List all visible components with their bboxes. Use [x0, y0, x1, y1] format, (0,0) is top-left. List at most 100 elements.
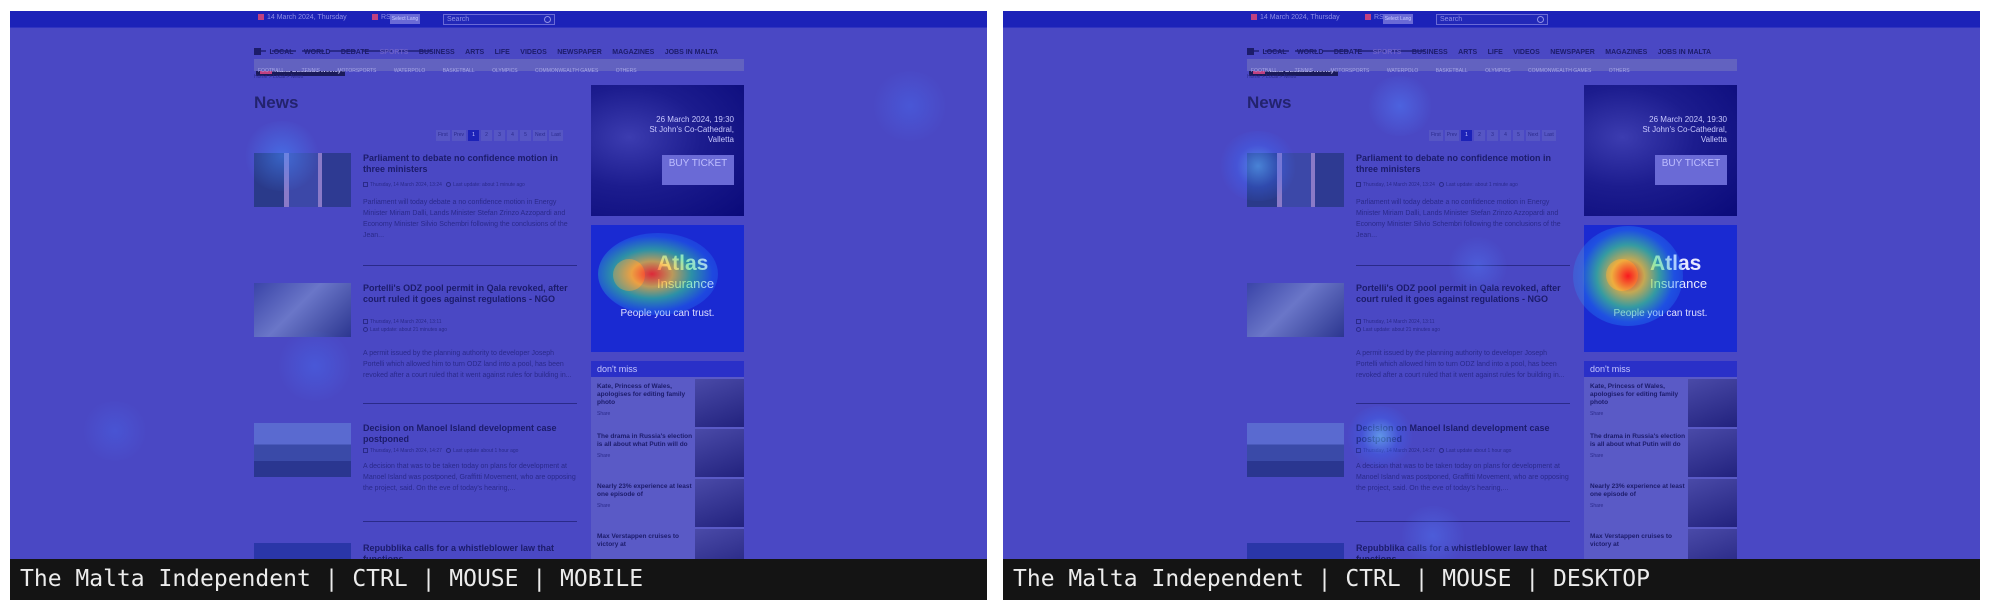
dont-miss-item[interactable]: Nearly 23% experience at least one episo…: [597, 483, 693, 510]
article-title[interactable]: Parliament to debate no confidence motio…: [363, 153, 577, 175]
pager-page[interactable]: 3: [494, 130, 506, 141]
article-title[interactable]: Repubblika calls for a whistleblower law…: [363, 543, 577, 559]
dont-miss-item[interactable]: Kate, Princess of Wales, apologises for …: [1590, 383, 1686, 418]
buy-ticket-button[interactable]: BUY TICKET: [1655, 155, 1727, 185]
insurance-ad[interactable]: Atlas Insurance People you can trust.: [1584, 225, 1737, 352]
pager-next[interactable]: Next: [1526, 130, 1541, 141]
article-title[interactable]: Decision on Manoel Island development ca…: [1356, 423, 1570, 445]
subnav-item[interactable]: COMMONWEALTH GAMES: [535, 68, 598, 74]
nav-item-world[interactable]: WORLD: [304, 49, 330, 56]
dont-miss-item[interactable]: Max Verstappen cruises to victory at: [1590, 533, 1686, 549]
nav-item-world[interactable]: WORLD: [1297, 49, 1323, 56]
dont-miss-item[interactable]: Kate, Princess of Wales, apologises for …: [597, 383, 693, 418]
concert-ad[interactable]: 26 March 2024, 19:30 St John's Co-Cathedr…: [591, 85, 744, 216]
dont-miss-image[interactable]: [695, 429, 744, 477]
article-thumbnail[interactable]: [1247, 153, 1344, 207]
article-title[interactable]: Portelli's ODZ pool permit in Qala revok…: [363, 283, 577, 305]
subnav-item[interactable]: BASKETBALL: [443, 68, 475, 74]
pager-page[interactable]: 3: [1487, 130, 1499, 141]
pager-page[interactable]: 1: [1461, 130, 1473, 141]
nav-item-business[interactable]: BUSINESS: [419, 49, 455, 56]
article-thumbnail[interactable]: [1247, 543, 1344, 559]
nav-item-jobs[interactable]: JOBS IN MALTA: [1658, 49, 1711, 56]
dont-miss-image[interactable]: [695, 479, 744, 527]
nav-item-magazines[interactable]: MAGAZINES: [1605, 49, 1647, 56]
buy-ticket-button[interactable]: BUY TICKET: [662, 155, 734, 185]
nav-item-life[interactable]: LIFE: [495, 49, 510, 56]
nav-item-local[interactable]: LOCAL: [269, 49, 293, 56]
nav-item-sports[interactable]: SPORTS: [1373, 49, 1402, 56]
nav-item-magazines[interactable]: MAGAZINES: [612, 49, 654, 56]
article-title[interactable]: Parliament to debate no confidence motio…: [1356, 153, 1570, 175]
pager-first[interactable]: First: [436, 130, 450, 141]
nav-item-jobs[interactable]: JOBS IN MALTA: [665, 49, 718, 56]
nav-item-debate[interactable]: DEBATE: [1334, 49, 1362, 56]
dont-miss-image[interactable]: [1688, 379, 1737, 427]
pager-page[interactable]: 2: [1474, 130, 1486, 141]
subnav-item[interactable]: MOTORSPORTS: [1330, 68, 1369, 74]
search-input[interactable]: Search: [443, 14, 555, 25]
dont-miss-image[interactable]: [695, 529, 744, 559]
nav-item-local[interactable]: LOCAL: [1262, 49, 1286, 56]
nav-item-videos[interactable]: VIDEOS: [520, 49, 546, 56]
pager-page[interactable]: 5: [520, 130, 532, 141]
search-input[interactable]: Search: [1436, 14, 1548, 25]
subnav-item[interactable]: TENNIS: [302, 68, 320, 74]
pager-next[interactable]: Next: [533, 130, 548, 141]
subnav-item[interactable]: OLYMPICS: [492, 68, 517, 74]
home-icon[interactable]: [254, 48, 261, 55]
nav-item-videos[interactable]: VIDEOS: [1513, 49, 1539, 56]
nav-item-newspaper[interactable]: NEWSPAPER: [557, 49, 602, 56]
nav-item-sports[interactable]: SPORTS: [380, 49, 409, 56]
subnav-item[interactable]: OTHERS: [1609, 68, 1630, 74]
subnav-item[interactable]: OTHERS: [616, 68, 637, 74]
pager-first[interactable]: First: [1429, 130, 1443, 141]
subnav-item[interactable]: COMMONWEALTH GAMES: [1528, 68, 1591, 74]
article-thumbnail[interactable]: [254, 423, 351, 477]
language-select[interactable]: Select Lang: [1383, 14, 1413, 24]
nav-item-arts[interactable]: ARTS: [1458, 49, 1477, 56]
pager-page[interactable]: 5: [1513, 130, 1525, 141]
subnav-item[interactable]: BASKETBALL: [1436, 68, 1468, 74]
dont-miss-item[interactable]: The drama in Russia's election is all ab…: [1590, 433, 1686, 460]
subnav-item[interactable]: WATERPOLO: [1387, 68, 1418, 74]
pager-prev[interactable]: Prev: [451, 130, 467, 141]
article-title[interactable]: Repubblika calls for a whistleblower law…: [1356, 543, 1570, 559]
breadcrumb[interactable]: Home > Local > News: [1247, 74, 1296, 80]
subnav-item[interactable]: MOTORSPORTS: [337, 68, 376, 74]
nav-item-debate[interactable]: DEBATE: [341, 49, 369, 56]
pager-last[interactable]: Last: [549, 130, 563, 141]
subnav-item[interactable]: TENNIS: [1295, 68, 1313, 74]
subnav-item[interactable]: WATERPOLO: [394, 68, 425, 74]
dont-miss-image[interactable]: [1688, 529, 1737, 559]
pager-page[interactable]: 2: [481, 130, 493, 141]
nav-item-newspaper[interactable]: NEWSPAPER: [1550, 49, 1595, 56]
search-icon[interactable]: [544, 16, 551, 23]
dont-miss-image[interactable]: [695, 379, 744, 427]
pager-page[interactable]: 4: [1500, 130, 1512, 141]
nav-item-life[interactable]: LIFE: [1488, 49, 1503, 56]
dont-miss-image[interactable]: [1688, 479, 1737, 527]
article-thumbnail[interactable]: [254, 283, 351, 337]
article-thumbnail[interactable]: [254, 153, 351, 207]
nav-item-business[interactable]: BUSINESS: [1412, 49, 1448, 56]
dont-miss-item[interactable]: Nearly 23% experience at least one episo…: [1590, 483, 1686, 510]
home-icon[interactable]: [1247, 48, 1254, 55]
article-title[interactable]: Portelli's ODZ pool permit in Qala revok…: [1356, 283, 1570, 305]
article-thumbnail[interactable]: [254, 543, 351, 559]
concert-ad[interactable]: 26 March 2024, 19:30 St John's Co-Cathedr…: [1584, 85, 1737, 216]
dont-miss-item[interactable]: Max Verstappen cruises to victory at: [597, 533, 693, 549]
insurance-ad[interactable]: Atlas Insurance People you can trust.: [591, 225, 744, 352]
pager-prev[interactable]: Prev: [1444, 130, 1460, 141]
subnav-item[interactable]: OLYMPICS: [1485, 68, 1510, 74]
dont-miss-image[interactable]: [1688, 429, 1737, 477]
pager-last[interactable]: Last: [1542, 130, 1556, 141]
article-thumbnail[interactable]: [1247, 283, 1344, 337]
search-icon[interactable]: [1537, 16, 1544, 23]
breadcrumb[interactable]: Home > Local > News: [254, 74, 303, 80]
pager-page[interactable]: 1: [468, 130, 480, 141]
nav-item-arts[interactable]: ARTS: [465, 49, 484, 56]
language-select[interactable]: Select Lang: [390, 14, 420, 24]
dont-miss-item[interactable]: The drama in Russia's election is all ab…: [597, 433, 693, 460]
pager-page[interactable]: 4: [507, 130, 519, 141]
